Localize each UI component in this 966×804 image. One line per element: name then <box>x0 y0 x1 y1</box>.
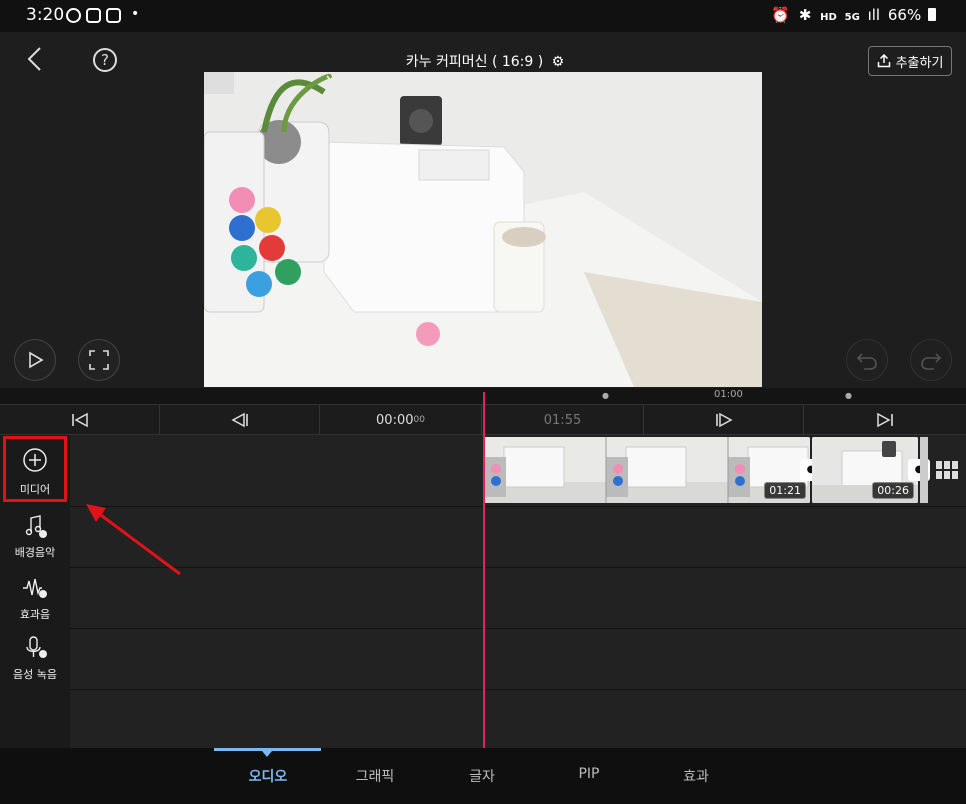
instagram-icon <box>86 8 101 23</box>
music-note-icon <box>25 515 47 538</box>
gear-icon[interactable]: ⚙ <box>552 54 565 70</box>
grid-cell <box>952 461 958 469</box>
status-bar: 3:20 • ⏰ ✱ HD 5G ıll 66% <box>0 0 966 32</box>
signal-icon: ıll <box>867 6 881 24</box>
undo-icon <box>856 353 877 370</box>
track-divider <box>70 567 966 568</box>
jump-to-end-button[interactable] <box>804 405 966 435</box>
add-sound-effect-button[interactable]: 효과음 <box>0 575 70 622</box>
play-button[interactable] <box>14 339 56 381</box>
grid-cell <box>952 471 958 479</box>
step-forward-icon <box>715 412 733 428</box>
total-time: 01:55 <box>543 412 582 428</box>
voice-record-button[interactable]: 음성 녹음 <box>0 635 70 682</box>
add-bgm-button[interactable]: 배경음악 <box>0 513 70 560</box>
tab-pip[interactable]: PIP <box>544 766 634 782</box>
ruler-dot: ● <box>602 391 609 400</box>
export-button[interactable]: 추출하기 <box>868 46 952 76</box>
grid-cell <box>936 471 942 479</box>
track-divider <box>70 506 966 507</box>
track-divider <box>70 628 966 629</box>
current-time-display: 00:00 00 <box>320 405 482 435</box>
fullscreen-icon <box>89 350 109 370</box>
step-back-icon <box>230 412 248 428</box>
grid-cell <box>936 461 942 469</box>
timeline-tracks[interactable]: 01:21 ● 00:26 ● <box>70 435 966 748</box>
redo-button[interactable] <box>910 339 952 381</box>
voice-record-label: 음성 녹음 <box>13 668 57 681</box>
status-time: 3:20 <box>26 5 65 25</box>
skip-end-icon <box>877 412 893 428</box>
ruler-dot: ● <box>845 391 852 400</box>
microphone-icon <box>26 636 47 658</box>
clip-duration: 00:26 <box>872 482 914 499</box>
status-right-group: ⏰ ✱ HD 5G ıll 66% <box>771 6 936 24</box>
redo-icon <box>921 353 942 370</box>
highlight-box <box>3 436 67 502</box>
grid-view-icon[interactable] <box>936 461 960 479</box>
clip-thumbnails <box>484 437 810 503</box>
project-title[interactable]: 카누 커피머신 ( 16:9 ) ⚙ <box>380 51 590 71</box>
tab-audio[interactable]: 오디오 <box>223 766 313 786</box>
instagram-icon-2 <box>106 8 121 23</box>
video-preview[interactable] <box>204 72 762 387</box>
annotation-arrow <box>86 504 181 576</box>
track-divider <box>70 689 966 690</box>
total-duration-display: 01:55 <box>482 405 644 435</box>
clip-duration: 01:21 <box>764 482 806 499</box>
fullscreen-button[interactable] <box>78 339 120 381</box>
tab-graphics[interactable]: 그래픽 <box>330 766 420 786</box>
tab-text[interactable]: 글자 <box>437 766 527 786</box>
add-bgm-label: 배경음악 <box>14 546 56 559</box>
chevron-left-icon <box>27 47 41 71</box>
more-notifications-icon: • <box>131 6 140 22</box>
grid-cell <box>944 471 950 479</box>
tab-effects[interactable]: 효과 <box>651 766 741 786</box>
undo-button[interactable] <box>846 339 888 381</box>
hd-voice-icon: HD <box>820 12 837 23</box>
network-icon: 5G <box>844 12 860 23</box>
video-clip[interactable]: 01:21 <box>484 437 810 503</box>
tab-indicator-arrow <box>262 751 272 757</box>
back-button[interactable] <box>20 44 50 74</box>
video-clip[interactable]: 00:26 <box>812 437 918 503</box>
ruler-time-label: 01:00 <box>714 389 743 400</box>
jump-to-start-button[interactable] <box>0 405 160 435</box>
battery-percent: 66% <box>887 6 922 24</box>
alarm-icon: ⏰ <box>771 6 791 24</box>
project-title-text: 카누 커피머신 ( 16:9 ) <box>405 54 544 70</box>
next-frame-button[interactable] <box>644 405 804 435</box>
bluetooth-icon: ✱ <box>798 6 812 24</box>
play-icon <box>29 351 44 369</box>
add-sound-effect-label: 효과음 <box>19 608 51 621</box>
playhead[interactable] <box>483 392 485 748</box>
share-export-icon <box>877 54 890 68</box>
current-time: 00:00 <box>376 412 414 428</box>
video-frame-image <box>204 72 762 387</box>
current-frame: 00 <box>413 415 425 425</box>
question-icon: ? <box>101 51 109 69</box>
prev-frame-button[interactable] <box>160 405 320 435</box>
preview-area <box>0 72 966 388</box>
clip-end-stub[interactable] <box>920 437 928 503</box>
help-button[interactable]: ? <box>93 48 117 72</box>
export-label: 추출하기 <box>895 55 944 71</box>
talk-notification-icon <box>66 8 81 23</box>
bottom-tab-bar: 오디오 그래픽 글자 PIP 효과 <box>0 748 966 804</box>
battery-icon <box>928 8 936 21</box>
waveform-icon <box>23 578 47 598</box>
skip-start-icon <box>71 412 88 428</box>
grid-cell <box>944 461 950 469</box>
